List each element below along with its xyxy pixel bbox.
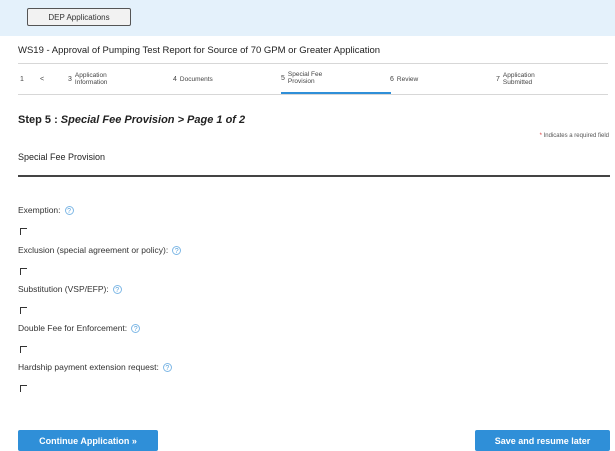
field-label-exclusion: Exclusion (special agreement or policy):… [18,245,182,255]
step-number: 4 [173,75,177,83]
substitution-checkbox[interactable] [20,307,27,314]
required-note-text: Indicates a required field [543,133,609,139]
section-divider [18,175,610,177]
section-title: Special Fee Provision [18,152,106,162]
help-icon[interactable]: ? [64,205,74,215]
step-number: 5 [281,74,285,82]
step-heading: Step 5 : Special Fee Provision > Page 1 … [18,114,245,126]
hardship-checkbox[interactable] [20,385,27,392]
step-label: Special Fee Provision [287,71,323,85]
application-title: WS19 - Approval of Pumping Test Report f… [18,45,381,56]
field-label-text: Exemption: [18,205,61,215]
required-field-note: * Indicates a required field [540,133,609,139]
step-number: < [40,75,45,83]
step-label: Review [396,75,419,83]
step-label: Documents [179,75,213,83]
step-1[interactable]: 1 [20,64,27,94]
field-label-text: Double Fee for Enforcement: [18,323,128,333]
step-application-submitted[interactable]: 7 Application Submitted [496,64,563,94]
exemption-checkbox[interactable] [20,228,27,235]
help-icon[interactable]: ? [172,245,182,255]
field-label-exemption: Exemption: ? [18,205,74,215]
step-number: 3 [68,75,72,83]
step-special-fee-provision[interactable]: 5 Special Fee Provision [281,64,391,94]
field-label-hardship: Hardship payment extension request: ? [18,362,172,372]
continue-application-button[interactable]: Continue Application » [18,430,158,451]
field-label-text: Hardship payment extension request: [18,362,159,372]
step-number: 1 [20,75,24,83]
top-bar: DEP Applications [0,0,615,36]
field-label-text: Substitution (VSP/EFP): [18,284,109,294]
progress-steps: 1 < 3 Application Information 4 Document… [18,63,608,95]
required-asterisk: * [539,133,542,139]
double-fee-checkbox[interactable] [20,346,27,353]
help-icon[interactable]: ? [112,284,122,294]
dep-applications-button[interactable]: DEP Applications [27,8,131,26]
step-2[interactable]: < [40,64,47,94]
save-and-resume-later-button[interactable]: Save and resume later [475,430,610,451]
field-label-substitution: Substitution (VSP/EFP): ? [18,284,122,294]
step-heading-prefix: Step 5 : [18,114,58,126]
step-label: Application Submitted [502,72,535,86]
help-icon[interactable]: ? [162,362,172,372]
step-heading-text: Special Fee Provision > Page 1 of 2 [60,114,246,126]
help-icon[interactable]: ? [131,323,141,333]
step-application-information[interactable]: 3 Application Information [68,64,135,94]
step-documents[interactable]: 4 Documents [173,64,240,94]
step-review[interactable]: 6 Review [390,64,457,94]
exclusion-checkbox[interactable] [20,268,27,275]
step-number: 6 [390,75,394,83]
step-number: 7 [496,75,500,83]
step-label: Application Information [74,72,108,86]
field-label-double-fee: Double Fee for Enforcement: ? [18,323,141,333]
field-label-text: Exclusion (special agreement or policy): [18,245,169,255]
